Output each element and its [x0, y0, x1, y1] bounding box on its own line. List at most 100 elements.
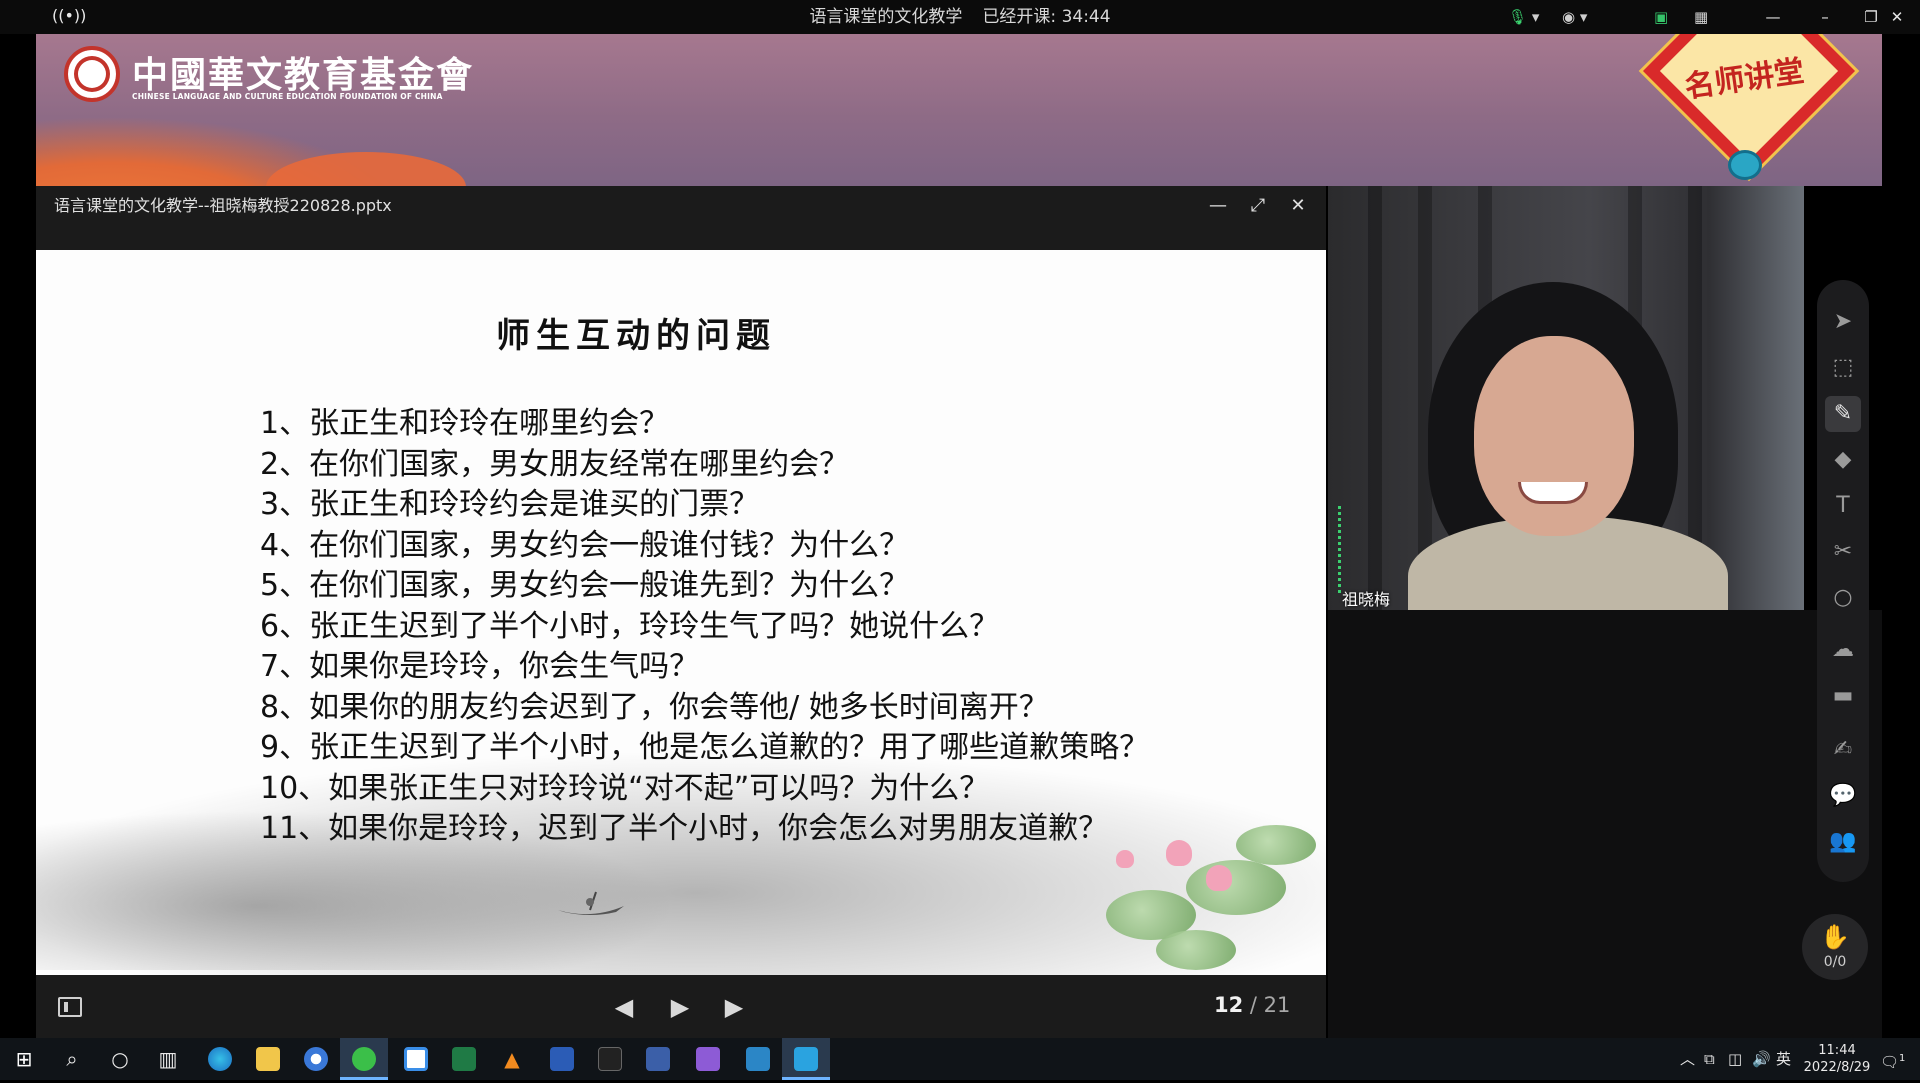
- broadcast-icon[interactable]: ((•)): [52, 6, 86, 28]
- page-separator: /: [1243, 993, 1264, 1017]
- next-icon: ▶: [724, 993, 744, 1021]
- shape-tool-icon[interactable]: ○: [1825, 580, 1861, 616]
- cloud-swirl-icon: [1728, 150, 1762, 180]
- taskbar-app-photos[interactable]: [734, 1038, 782, 1080]
- presentation-fullscreen-button[interactable]: ⤢: [1242, 190, 1274, 222]
- start-button[interactable]: ⊞: [0, 1038, 48, 1080]
- slide-heading: 师生互动的问题: [496, 316, 776, 356]
- taskbar-app-wechat[interactable]: [340, 1038, 388, 1080]
- cortana-button[interactable]: ○: [96, 1038, 144, 1080]
- foundation-logo-icon: [64, 46, 120, 102]
- minimize-button[interactable]: —: [1750, 0, 1796, 34]
- task-view-button[interactable]: ▥: [144, 1038, 192, 1080]
- screen-share-icon: ▣: [1654, 8, 1669, 26]
- minimize-icon: –: [1821, 8, 1829, 26]
- question-list: 1、张正生和玲玲在哪里约会？ 2、在你们国家，男女朋友经常在哪里约会？ 3、张正…: [260, 404, 1149, 850]
- excel-icon: [452, 1046, 476, 1071]
- taskbar-app-edge[interactable]: [196, 1038, 244, 1080]
- taskbar-app-excel[interactable]: [440, 1038, 488, 1080]
- task-view-icon: ▥: [158, 1047, 178, 1071]
- previous-slide-button[interactable]: ◀: [608, 991, 640, 1023]
- cloud-disk-icon[interactable]: ☁: [1825, 632, 1861, 668]
- presentation-minimize-button[interactable]: —: [1202, 190, 1234, 222]
- participants-icon[interactable]: 👥: [1825, 824, 1861, 860]
- edit-note-icon[interactable]: ✍: [1825, 732, 1861, 768]
- eraser-tool-icon[interactable]: ◆: [1825, 442, 1861, 478]
- close-icon: ✕: [1290, 195, 1306, 216]
- show-hidden-icons-button[interactable]: ︿: [1680, 1038, 1695, 1080]
- lecture-badge: 名师讲堂: [1628, 34, 1860, 186]
- hand-raise-icon: ✋: [1820, 923, 1850, 951]
- wifi-icon[interactable]: ◫: [1728, 1038, 1742, 1080]
- hand-raise-button[interactable]: ✋ 0/0: [1802, 914, 1868, 980]
- current-page: 12: [1214, 993, 1244, 1017]
- pointer-tool-icon[interactable]: ➤: [1825, 304, 1861, 340]
- vlc-icon: ▲: [504, 1047, 520, 1071]
- layout-button[interactable]: ▦: [1694, 5, 1718, 29]
- system-clock[interactable]: 11:44 2022/8/29: [1800, 1042, 1874, 1076]
- presentation-window: 语言课堂的文化教学--祖晓梅教授220828.pptx — ⤢ ✕ 师生互动的问…: [36, 186, 1326, 1038]
- toolbox-icon[interactable]: ▬: [1825, 678, 1861, 714]
- clock-time: 11:44: [1818, 1043, 1856, 1058]
- notification-center-button[interactable]: 🗨1: [1880, 1038, 1905, 1080]
- classroom-app-icon: [646, 1046, 670, 1071]
- play-icon: ▶: [670, 993, 690, 1021]
- classroom-banner: 中國華文教育基金會 CHINESE LANGUAGE AND CULTURE E…: [36, 34, 1882, 186]
- screen-share-button[interactable]: ▣: [1654, 5, 1678, 29]
- hand-raise-count: 0/0: [1823, 954, 1847, 970]
- wechat-icon: [352, 1046, 376, 1071]
- text-tool-icon[interactable]: T: [1825, 488, 1861, 524]
- question-item: 10、如果张正生只对玲玲说“对不起”可以吗？为什么？: [260, 770, 990, 806]
- lotus-decoration: [1096, 820, 1326, 975]
- audio-level-icon: [1338, 506, 1341, 596]
- foundation-name-english: CHINESE LANGUAGE AND CULTURE EDUCATION F…: [132, 92, 443, 101]
- video-panel-background: [1328, 610, 1882, 1038]
- taskbar-app-vlc[interactable]: ▲: [488, 1038, 536, 1080]
- question-item: 1、张正生和玲玲在哪里约会？: [260, 406, 670, 441]
- volume-icon[interactable]: 🔊: [1752, 1038, 1771, 1080]
- close-window-button[interactable]: ✕: [1874, 0, 1920, 34]
- search-button[interactable]: ⌕: [48, 1038, 96, 1080]
- camera-button[interactable]: ◉ ▾: [1562, 5, 1606, 29]
- participant-name: 祖晓梅: [1342, 590, 1391, 609]
- foundation-name: 中國華文教育基金會: [132, 54, 475, 96]
- pen-tool-icon[interactable]: ✎: [1825, 396, 1861, 432]
- terminal-icon: [598, 1046, 622, 1071]
- input-language[interactable]: 英: [1776, 1038, 1791, 1080]
- windows-logo-icon: ⊞: [15, 1047, 33, 1071]
- play-slideshow-button[interactable]: ▶: [664, 991, 696, 1023]
- microphone-button[interactable]: 🎙 ▾: [1508, 5, 1552, 29]
- taskbar-app-explorer[interactable]: [244, 1038, 292, 1080]
- taskbar-app-meeting[interactable]: [392, 1038, 440, 1080]
- question-item: 4、在你们国家，男女约会一般谁付钱？为什么？: [260, 527, 910, 563]
- next-slide-button[interactable]: ▶: [718, 991, 750, 1023]
- close-icon: ✕: [1890, 8, 1904, 26]
- scissors-tool-icon[interactable]: ✂: [1825, 534, 1861, 570]
- photos-icon: [746, 1046, 770, 1071]
- total-pages: 21: [1263, 993, 1291, 1017]
- participant-face: [1474, 336, 1634, 536]
- expand-icon: ⤢: [1250, 195, 1266, 216]
- windows-taskbar: ⊞ ⌕ ○ ▥ ▲ ︿ ⧉ ◫ 🔊 英 11:44 2022/8/29 🗨1: [0, 1038, 1920, 1080]
- taskbar-app-presenter[interactable]: [782, 1038, 830, 1080]
- notification-count: 1: [1899, 1053, 1906, 1064]
- taskbar-app-snip[interactable]: [684, 1038, 732, 1080]
- thumbnail-panel-icon[interactable]: [58, 997, 82, 1017]
- question-item: 9、张正生迟到了半个小时，他是怎么道歉的？用了哪些道歉策略？: [260, 730, 1150, 765]
- network-icon[interactable]: ⧉: [1704, 1038, 1715, 1080]
- taskbar-app-browser[interactable]: [292, 1038, 340, 1080]
- minimize-window-button[interactable]: –: [1802, 0, 1848, 34]
- presentation-close-button[interactable]: ✕: [1282, 190, 1314, 222]
- taskbar-app-word[interactable]: [538, 1038, 586, 1080]
- meeting-title-bar: ((•)) 语言课堂的文化教学 已经开课: 34:44 🎙 ▾ ◉ ▾ ▣ ▦ —…: [0, 0, 1920, 34]
- previous-icon: ◀: [614, 993, 634, 1021]
- meeting-title: 语言课堂的文化教学: [809, 7, 963, 27]
- taskbar-app-classroom[interactable]: [634, 1038, 682, 1080]
- teacher-video[interactable]: 祖晓梅: [1328, 186, 1804, 610]
- taskbar-app-terminal[interactable]: [586, 1038, 634, 1080]
- cortana-icon: ○: [111, 1047, 129, 1071]
- select-area-tool-icon[interactable]: ⬚: [1825, 350, 1861, 386]
- question-item: 3、张正生和玲玲约会是谁买的门票？: [260, 487, 760, 522]
- chat-icon[interactable]: 💬: [1825, 778, 1861, 814]
- presentation-controls: ◀ ▶ ▶ 12 / 21: [36, 975, 1326, 1038]
